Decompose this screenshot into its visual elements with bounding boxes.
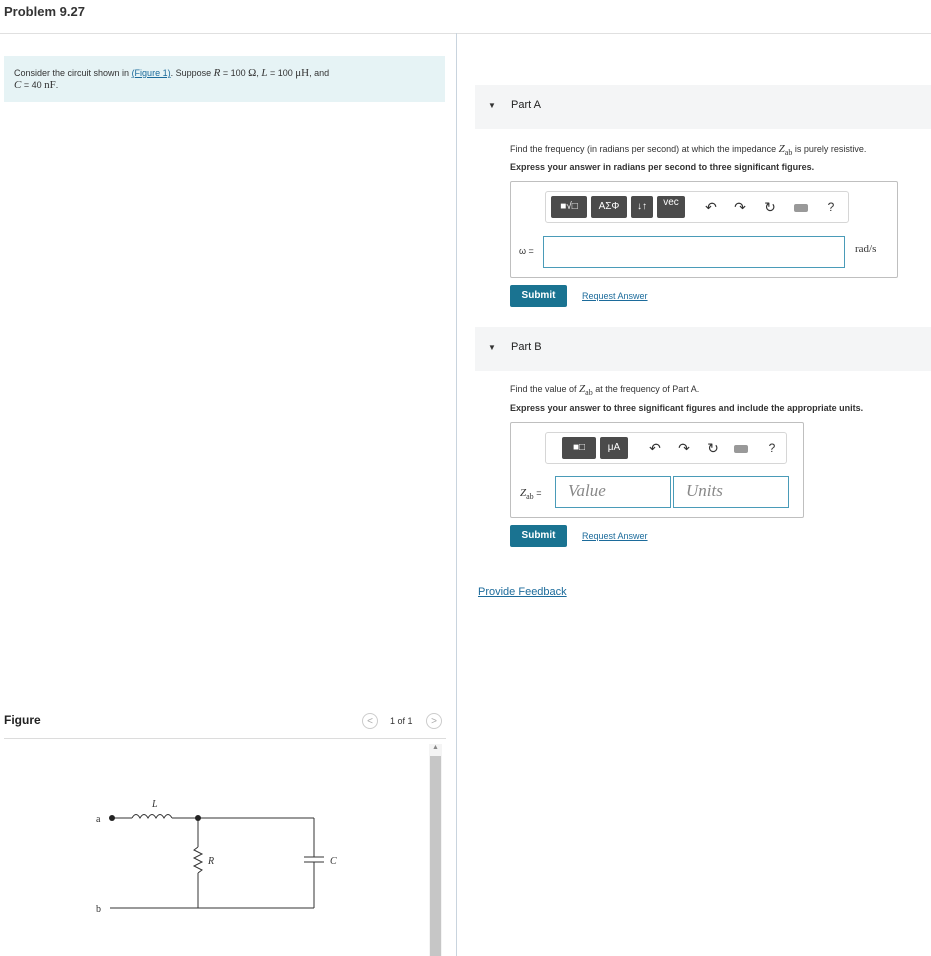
greek-symbols-button[interactable]: ΑΣΦ <box>591 196 627 218</box>
capacitor-label: C <box>330 856 337 867</box>
reset-icon[interactable]: ↻ <box>704 438 722 458</box>
units-placeholder: Units <box>686 481 723 500</box>
part-a-instruction: Express your answer in radians per secon… <box>510 162 815 172</box>
question-text: Find the value of <box>510 384 580 394</box>
part-b-question: Find the value of Zab at the frequency o… <box>510 383 699 397</box>
templates-button[interactable]: ■√□ <box>551 196 587 218</box>
part-a-header[interactable]: ▼ Part A <box>475 85 931 129</box>
problem-title: Problem 9.27 <box>4 4 85 19</box>
figure-divider <box>4 738 446 739</box>
r-value: = 100 <box>220 68 249 78</box>
part-b-instruction: Express your answer to three significant… <box>510 403 864 413</box>
omega-label: ω = <box>519 246 534 256</box>
help-icon[interactable]: ? <box>822 197 840 217</box>
part-b-answer-box: ■□ μA ↶ ↷ ↻ ? Zab = Value Units <box>510 422 804 518</box>
z-subscript: ab <box>526 491 534 501</box>
figure-link[interactable]: (Figure 1) <box>132 68 171 78</box>
scroll-up-arrow-icon[interactable]: ▲ <box>430 743 441 753</box>
inductor-label: L <box>151 799 158 810</box>
question-text: at the frequency of Part A. <box>592 384 700 394</box>
resistor-label: R <box>207 856 214 867</box>
problem-intro: Consider the circuit shown in (Figure 1)… <box>4 56 445 102</box>
column-divider <box>456 33 457 956</box>
part-a-request-answer-link[interactable]: Request Answer <box>582 291 648 301</box>
question-text: Find the frequency (in radians per secon… <box>510 144 779 154</box>
intro-line: Consider the circuit shown in (Figure 1)… <box>14 67 329 79</box>
help-icon[interactable]: ? <box>763 438 781 458</box>
units-input[interactable]: Units <box>673 476 789 508</box>
reset-icon[interactable]: ↻ <box>761 197 779 217</box>
z-subscript: ab <box>585 387 593 397</box>
node-b-label: b <box>96 904 101 915</box>
templates-button[interactable]: ■□ <box>562 437 596 459</box>
value-placeholder: Value <box>568 481 606 500</box>
part-b-title: Part B <box>511 341 542 353</box>
next-figure-button[interactable]: > <box>426 713 442 729</box>
figure-label: Figure <box>4 713 41 727</box>
undo-icon[interactable]: ↶ <box>702 197 720 217</box>
node-a-label: a <box>96 814 101 825</box>
scrollbar-thumb[interactable] <box>430 756 441 956</box>
part-b-header[interactable]: ▼ Part B <box>475 327 931 371</box>
math-toolbar: ■√□ ΑΣΦ ↓↑ vec ↶ ↷ ↻ ? <box>545 191 849 223</box>
value-input[interactable]: Value <box>555 476 671 508</box>
node-a-terminal <box>109 815 115 821</box>
prev-figure-button[interactable]: < <box>362 713 378 729</box>
math-toolbar: ■□ μA ↶ ↷ ↻ ? <box>545 432 787 464</box>
redo-icon[interactable]: ↷ <box>731 197 749 217</box>
circuit-diagram: a b L R C <box>96 799 337 915</box>
undo-icon[interactable]: ↶ <box>646 438 664 458</box>
equals-sign: = <box>533 488 542 498</box>
keyboard-icon[interactable] <box>794 204 808 212</box>
collapse-arrow-icon[interactable]: ▼ <box>488 101 496 110</box>
header-divider <box>0 33 931 34</box>
intro-text: , and <box>309 68 330 78</box>
intro-text: . Suppose <box>170 68 214 78</box>
units-button[interactable]: μA <box>600 437 628 459</box>
intro-line: C = 40 nF. <box>14 79 58 91</box>
redo-icon[interactable]: ↷ <box>675 438 693 458</box>
part-a-title: Part A <box>511 99 541 111</box>
omega-input[interactable] <box>543 236 845 268</box>
unit-label: rad/s <box>855 243 877 255</box>
provide-feedback-link[interactable]: Provide Feedback <box>478 586 567 598</box>
subscript-superscript-button[interactable]: ↓↑ <box>631 196 653 218</box>
vector-button[interactable]: vec <box>657 196 685 218</box>
part-a-question: Find the frequency (in radians per secon… <box>510 143 866 157</box>
part-a-answer-box: ■√□ ΑΣΦ ↓↑ vec ↶ ↷ ↻ ? ω = rad/s <box>510 181 898 278</box>
question-text: is purely resistive. <box>792 144 867 154</box>
intro-text: . <box>55 80 59 90</box>
l-unit: μH <box>295 67 310 79</box>
zab-label: Zab = <box>520 487 541 501</box>
collapse-arrow-icon[interactable]: ▼ <box>488 343 496 352</box>
c-unit: nF <box>44 79 56 91</box>
l-value: = 100 <box>267 68 296 78</box>
part-b-request-answer-link[interactable]: Request Answer <box>582 531 648 541</box>
junction-dot <box>195 815 201 821</box>
part-a-submit-button[interactable]: Submit <box>510 285 567 307</box>
intro-text: Consider the circuit shown in <box>14 68 132 78</box>
part-b-submit-button[interactable]: Submit <box>510 525 567 547</box>
figure-page-count: 1 of 1 <box>390 716 413 726</box>
keyboard-icon[interactable] <box>734 445 748 453</box>
c-value: = 40 <box>21 80 45 90</box>
